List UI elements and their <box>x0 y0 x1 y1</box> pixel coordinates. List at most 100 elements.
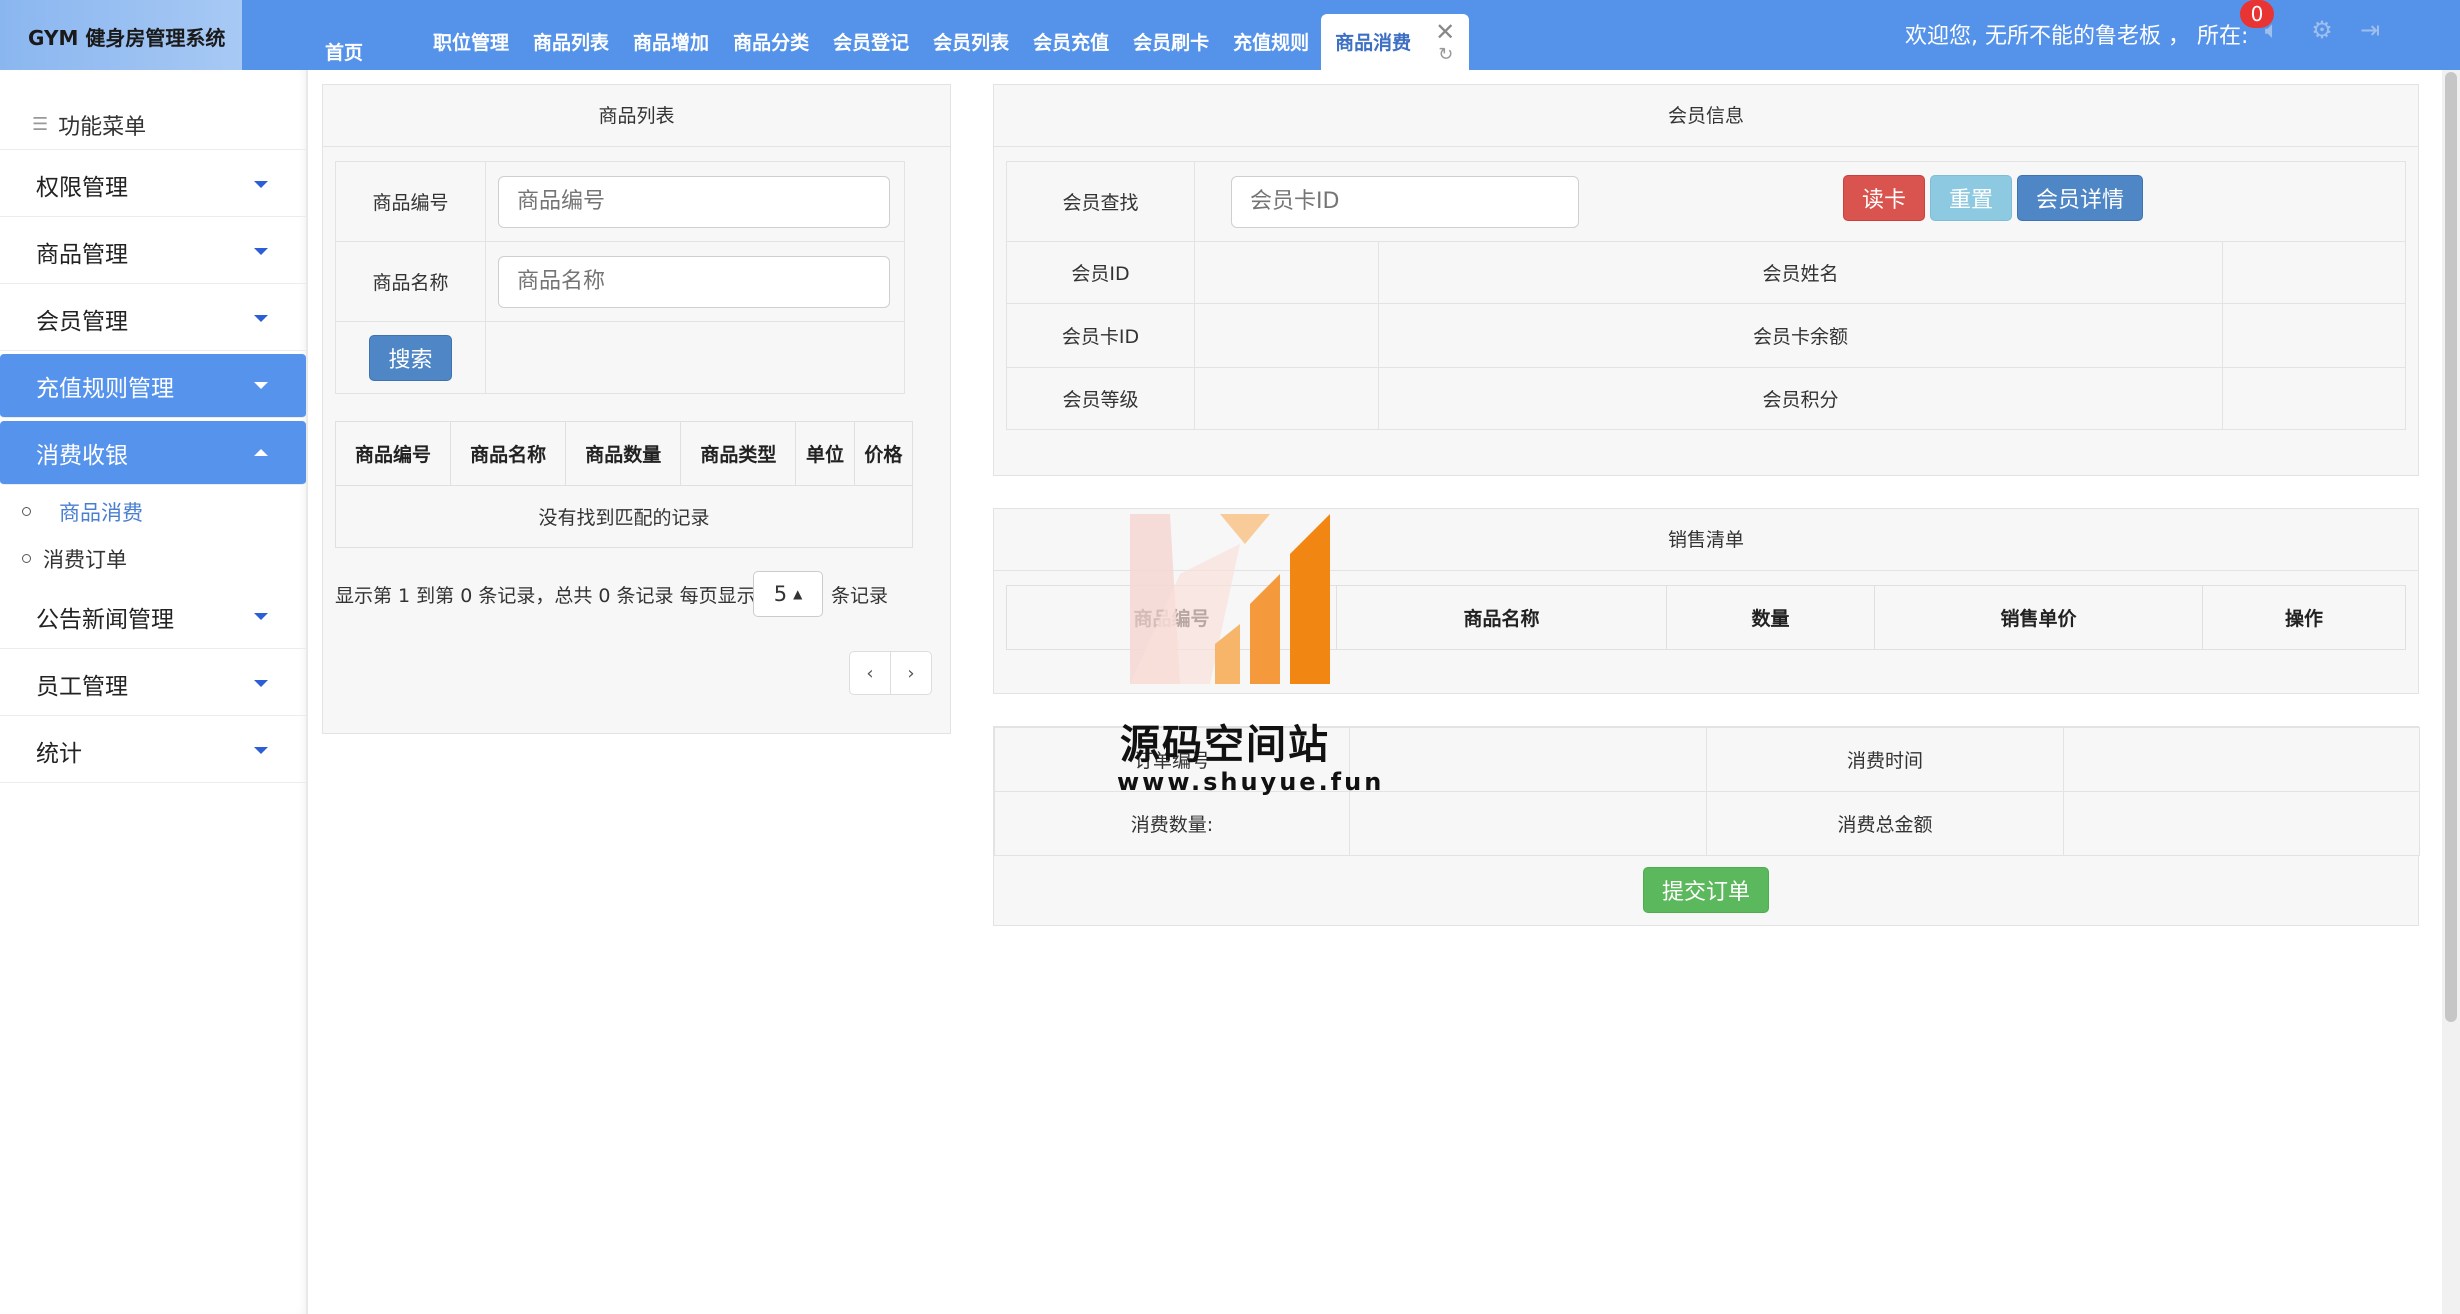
consume-total-label: 消费总金额 <box>1706 791 2064 856</box>
column-header[interactable]: 价格 <box>853 421 914 486</box>
sidebar-item-recharge-rules[interactable]: 充值规则管理 <box>0 354 306 418</box>
sidebar-item-checkout[interactable]: 消费收银 <box>0 421 306 485</box>
tab-product-list[interactable]: 商品列表 <box>521 0 621 70</box>
read-card-button[interactable]: 读卡 <box>1843 175 1926 221</box>
sidebar-item-news[interactable]: 公告新闻管理 <box>0 585 306 649</box>
column-header: 操作 <box>2202 585 2406 650</box>
consume-time-value <box>2063 727 2420 792</box>
caret-down-icon <box>254 248 268 255</box>
column-header[interactable]: 商品名称 <box>450 421 567 486</box>
product-search-form: 商品编号 商品名称 搜索 <box>335 161 905 394</box>
page-size-value: 5 <box>773 582 788 606</box>
circle-bullet-icon <box>22 507 31 516</box>
tab-product-category[interactable]: 商品分类 <box>721 0 821 70</box>
column-header: 商品名称 <box>1336 585 1667 650</box>
empty-message: 没有找到匹配的记录 <box>335 485 913 548</box>
member-name-value <box>2222 241 2406 304</box>
sidebar-subitem-consume-orders[interactable]: 消费订单 <box>0 535 306 582</box>
gear-icon[interactable]: ⚙︎ <box>2308 16 2336 44</box>
card-id-label: 会员卡ID <box>1006 303 1195 368</box>
tab-member-register[interactable]: 会员登记 <box>821 0 921 70</box>
tab-position-management[interactable]: 职位管理 <box>421 0 521 70</box>
sidebar-item-label: 统计 <box>36 740 82 767</box>
app-title: GYM 健身房管理系统 <box>0 0 242 70</box>
card-balance-value <box>2222 303 2406 368</box>
column-header[interactable]: 商品数量 <box>565 421 682 486</box>
hamburger-icon[interactable]: ☰ <box>32 114 48 135</box>
sidebar-item-label: 会员管理 <box>36 308 128 335</box>
tab-bar: 首页 职位管理 商品列表 商品增加 商品分类 会员登记 会员列表 会员充值 会员… <box>313 0 1470 70</box>
sidebar-item-statistics[interactable]: 统计 <box>0 719 306 783</box>
product-name-label: 商品名称 <box>335 241 486 322</box>
sidebar-item-product[interactable]: 商品管理 <box>0 220 306 284</box>
refresh-icon[interactable]: ↻ <box>1438 44 1453 65</box>
column-header: 数量 <box>1666 585 1875 650</box>
consume-time-label: 消费时间 <box>1706 727 2064 792</box>
order-no-value <box>1349 727 1707 792</box>
member-points-value <box>2222 367 2406 430</box>
sidebar-item-permission[interactable]: 权限管理 <box>0 153 306 217</box>
member-panel-title: 会员信息 <box>994 85 2418 147</box>
column-header[interactable]: 单位 <box>795 421 855 486</box>
sidebar-item-label: 消费收银 <box>36 442 128 469</box>
member-level-label: 会员等级 <box>1006 367 1195 430</box>
prev-page-button[interactable]: ‹ <box>849 651 891 695</box>
product-name-input[interactable] <box>498 255 890 308</box>
caret-up-icon: ▲ <box>793 587 803 601</box>
sidebar-subitem-label: 商品消费 <box>59 500 143 525</box>
member-detail-button[interactable]: 会员详情 <box>2017 175 2144 221</box>
tab-member-recharge[interactable]: 会员充值 <box>1021 0 1121 70</box>
table-header-row: 商品编号 商品名称 商品数量 商品类型 单位 价格 <box>334 421 914 486</box>
tab-member-card-swipe[interactable]: 会员刷卡 <box>1121 0 1221 70</box>
search-button[interactable]: 搜索 <box>369 334 452 381</box>
submit-order-button[interactable]: 提交订单 <box>1643 867 1770 913</box>
caret-down-icon <box>254 680 268 687</box>
sidebar-subitem-label: 消费订单 <box>43 547 127 572</box>
top-bar: GYM 健身房管理系统 首页 职位管理 商品列表 商品增加 商品分类 会员登记 … <box>0 0 2460 70</box>
sidebar-subitem-product-consume[interactable]: 商品消费 <box>0 488 306 535</box>
tab-member-list[interactable]: 会员列表 <box>921 0 1021 70</box>
caret-down-icon <box>254 181 268 188</box>
column-header[interactable]: 商品类型 <box>680 421 797 486</box>
member-level-value <box>1194 367 1379 430</box>
sidebar-item-label: 员工管理 <box>36 673 128 700</box>
consume-qty-value <box>1349 791 1707 856</box>
member-id-value <box>1194 241 1379 304</box>
table-row: 没有找到匹配的记录 <box>335 485 913 548</box>
caret-down-icon <box>254 613 268 620</box>
next-page-button[interactable]: › <box>890 651 932 695</box>
tab-product-add[interactable]: 商品增加 <box>621 0 721 70</box>
page-size-select[interactable]: 5 ▲ <box>753 571 823 617</box>
close-icon[interactable]: ✕ <box>1435 18 1455 46</box>
member-points-label: 会员积分 <box>1378 367 2223 430</box>
product-code-label: 商品编号 <box>335 161 486 242</box>
caret-up-icon <box>254 449 268 456</box>
tab-product-consume[interactable]: 商品消费 ✕ ↻ <box>1321 14 1470 70</box>
product-list-panel: 商品列表 商品编号 商品名称 搜索 商品编号 商品名称 商品数量 <box>322 84 951 734</box>
product-code-input[interactable] <box>498 175 890 228</box>
caret-down-icon <box>254 382 268 389</box>
member-search-label: 会员查找 <box>1006 161 1195 242</box>
logout-icon[interactable]: ⇥ <box>2356 16 2384 44</box>
per-page-prefix: 每页显示 <box>679 585 756 607</box>
tab-recharge-rules[interactable]: 充值规则 <box>1221 0 1321 70</box>
card-balance-label: 会员卡余额 <box>1378 303 2223 368</box>
column-header[interactable]: 商品编号 <box>334 421 452 486</box>
member-info-panel: 会员信息 会员查找 读卡 重置 会员详情 会员ID 会员姓名 会员卡ID 会员卡… <box>993 84 2419 476</box>
watermark-url: www.shuyue.fun <box>1117 768 1385 796</box>
caret-down-icon <box>254 747 268 754</box>
sidebar-item-staff[interactable]: 员工管理 <box>0 652 306 716</box>
tab-home[interactable]: 首页 <box>313 0 375 70</box>
column-header: 销售单价 <box>1874 585 2203 650</box>
sidebar-item-member[interactable]: 会员管理 <box>0 287 306 351</box>
tab-product-consume-label: 商品消费 <box>1335 32 1412 54</box>
watermark-text: 源码空间站 <box>1120 722 1330 768</box>
member-card-input[interactable] <box>1231 175 1579 228</box>
sidebar-item-label: 权限管理 <box>36 174 128 201</box>
scrollbar-thumb[interactable] <box>2445 72 2457 1022</box>
notification-badge: 0 <box>2240 0 2274 28</box>
reset-button[interactable]: 重置 <box>1930 175 2013 221</box>
product-panel-title: 商品列表 <box>323 85 950 147</box>
member-name-label: 会员姓名 <box>1378 241 2223 304</box>
card-id-value <box>1194 303 1379 368</box>
